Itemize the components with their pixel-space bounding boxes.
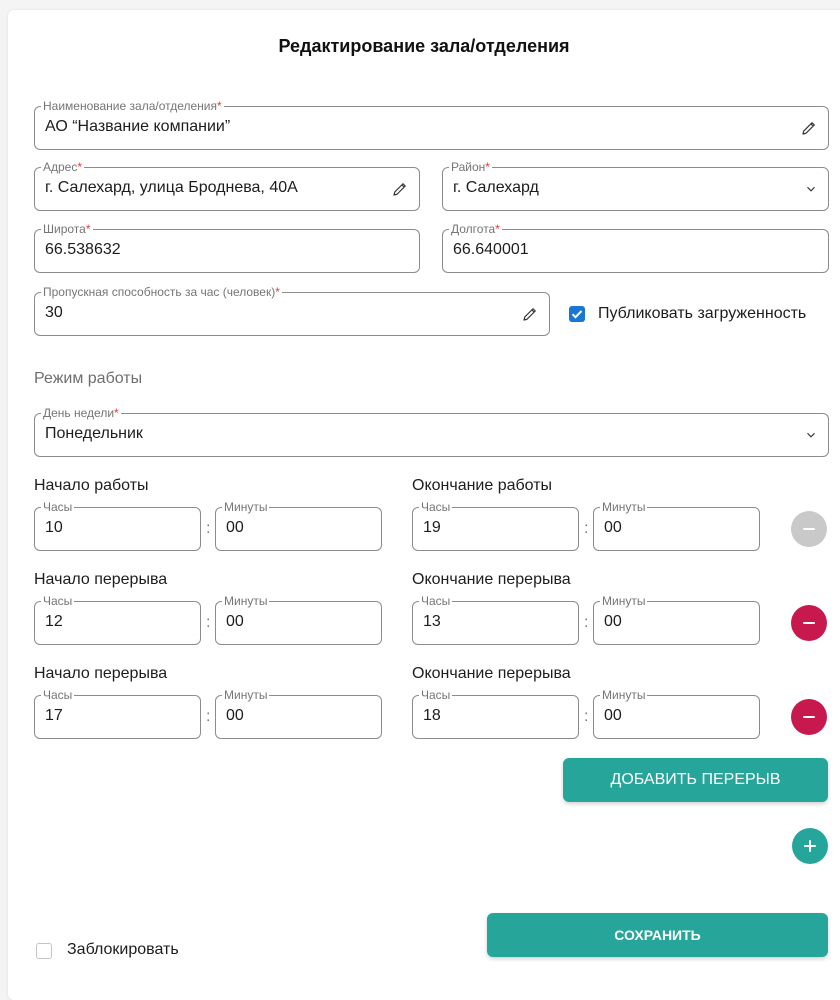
longitude-field[interactable]: Долгота* 66.640001 (442, 222, 829, 273)
break1-end-minutes-value: 00 (604, 613, 622, 630)
time-separator: : (206, 614, 211, 631)
break1-start-minutes-field[interactable]: Минуты 00 (215, 594, 382, 645)
break2-end-minutes-value: 00 (604, 707, 622, 724)
district-select[interactable]: Район* г. Салехард (442, 160, 829, 211)
minus-icon (803, 622, 815, 624)
time-separator: : (584, 520, 589, 537)
break2-end-label: Окончание перерыва (412, 665, 571, 682)
weekday-select-value: Понедельник (45, 425, 143, 442)
break2-start-minutes-value: 00 (226, 707, 244, 724)
add-row-button[interactable] (792, 828, 828, 864)
district-select-label: Район* (449, 160, 492, 174)
capacity-field[interactable]: Пропускная способность за час (человек)*… (34, 285, 550, 336)
remove-break-button[interactable] (791, 699, 827, 735)
work-start-hours-value: 10 (45, 519, 63, 536)
chevron-down-icon (807, 186, 815, 192)
block-label: Заблокировать (67, 941, 179, 958)
break2-end-minutes-field[interactable]: Минуты 00 (593, 688, 760, 739)
plus-icon (804, 840, 816, 852)
publish-load-label: Публиковать загруженность (598, 305, 807, 322)
time-separator: : (206, 708, 211, 725)
break2-start-label: Начало перерыва (34, 665, 168, 682)
chevron-down-icon (807, 432, 815, 438)
weekday-select[interactable]: День недели* Понедельник (34, 406, 829, 457)
minutes-label: Минуты (600, 688, 648, 702)
break2-start-hours-value: 17 (45, 707, 63, 724)
hours-label: Часы (41, 688, 75, 702)
break2-end-hours-field[interactable]: Часы 18 (412, 688, 579, 739)
check-icon (571, 310, 583, 319)
minutes-label: Минуты (222, 500, 270, 514)
minutes-label: Минуты (222, 688, 270, 702)
longitude-field-label: Долгота* (449, 222, 502, 236)
work-start-hours-field[interactable]: Часы 10 (34, 500, 201, 551)
work-end-hours-value: 19 (423, 519, 441, 536)
break2-end-hours-value: 18 (423, 707, 441, 724)
name-field-value: АО “Название компании” (45, 118, 231, 135)
work-end-minutes-field[interactable]: Минуты 00 (593, 500, 760, 551)
save-button[interactable]: СОХРАНИТЬ (487, 913, 828, 957)
pencil-icon[interactable] (391, 180, 409, 198)
break1-end-hours-value: 13 (423, 613, 441, 630)
work-start-label: Начало работы (34, 477, 149, 494)
capacity-field-value: 30 (45, 304, 63, 321)
break2-start-minutes-field[interactable]: Минуты 00 (215, 688, 382, 739)
add-break-button[interactable]: ДОБАВИТЬ ПЕРЕРЫВ (563, 758, 828, 802)
minus-icon (803, 528, 815, 530)
break1-start-label: Начало перерыва (34, 571, 168, 588)
hours-label: Часы (419, 594, 453, 608)
add-break-button-label: ДОБАВИТЬ ПЕРЕРЫВ (610, 771, 781, 788)
pencil-icon[interactable] (521, 305, 539, 323)
block-checkbox[interactable] (36, 943, 52, 959)
longitude-field-value: 66.640001 (453, 241, 529, 258)
remove-work-hours-button[interactable] (791, 511, 827, 547)
break1-end-hours-field[interactable]: Часы 13 (412, 594, 579, 645)
hours-label: Часы (419, 500, 453, 514)
address-field-label: Адрес* (41, 160, 85, 174)
name-field[interactable]: Наименование зала/отделения* АО “Названи… (34, 99, 829, 150)
break1-start-minutes-value: 00 (226, 613, 244, 630)
minus-icon (803, 716, 815, 718)
break1-end-label: Окончание перерыва (412, 571, 571, 588)
work-end-hours-field[interactable]: Часы 19 (412, 500, 579, 551)
address-field-value: г. Салехард, улица Броднева, 40А (45, 179, 298, 196)
time-separator: : (584, 708, 589, 725)
page-title: Редактирование зала/отделения (278, 36, 570, 56)
minutes-label: Минуты (222, 594, 270, 608)
time-separator: : (584, 614, 589, 631)
minutes-label: Минуты (600, 500, 648, 514)
work-end-label: Окончание работы (412, 477, 553, 494)
work-end-minutes-value: 00 (604, 519, 622, 536)
schedule-section-title: Режим работы (34, 370, 143, 387)
hours-label: Часы (41, 500, 75, 514)
latitude-field[interactable]: Широта* 66.538632 (34, 222, 420, 273)
work-start-minutes-field[interactable]: Минуты 00 (215, 500, 382, 551)
address-field[interactable]: Адрес* г. Салехард, улица Броднева, 40А (34, 160, 420, 211)
minutes-label: Минуты (600, 594, 648, 608)
pencil-icon[interactable] (800, 119, 818, 137)
save-button-label: СОХРАНИТЬ (614, 927, 701, 943)
publish-load-checkbox[interactable] (569, 306, 585, 322)
capacity-field-label: Пропускная способность за час (человек)* (41, 285, 282, 299)
remove-break-button[interactable] (791, 605, 827, 641)
break1-start-hours-field[interactable]: Часы 12 (34, 594, 201, 645)
time-separator: : (206, 520, 211, 537)
latitude-field-label: Широта* (41, 222, 93, 236)
hours-label: Часы (419, 688, 453, 702)
break1-start-hours-value: 12 (45, 613, 63, 630)
latitude-field-value: 66.538632 (45, 241, 121, 258)
district-select-value: г. Салехард (453, 179, 539, 196)
name-field-label: Наименование зала/отделения* (41, 99, 224, 113)
break2-start-hours-field[interactable]: Часы 17 (34, 688, 201, 739)
break1-end-minutes-field[interactable]: Минуты 00 (593, 594, 760, 645)
hours-label: Часы (41, 594, 75, 608)
weekday-select-label: День недели* (41, 406, 121, 420)
work-start-minutes-value: 00 (226, 519, 244, 536)
